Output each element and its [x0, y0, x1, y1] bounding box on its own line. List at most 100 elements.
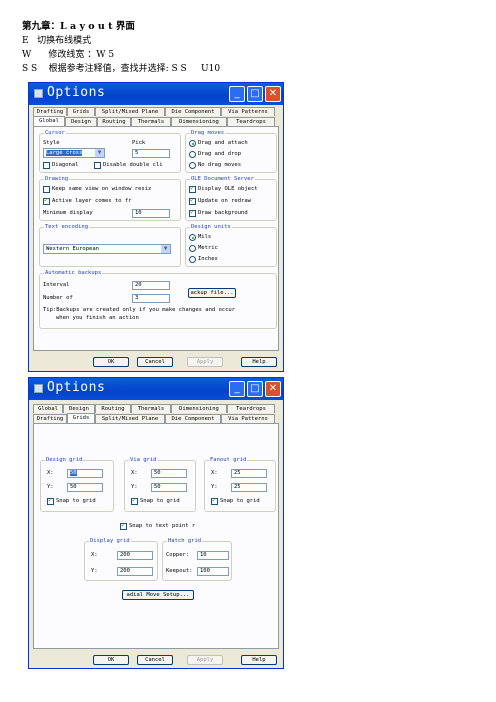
tab-drafting[interactable]: Drafting — [33, 107, 67, 116]
tab-global[interactable]: Global — [33, 116, 65, 126]
tab-dimensioning[interactable]: Dimensioning — [171, 404, 227, 413]
fanout-x-input[interactable]: 25 — [231, 469, 267, 478]
tab-via-patterns[interactable]: Via Patterns — [221, 414, 275, 423]
display-y-label: Y: — [91, 568, 98, 574]
design-x-input[interactable]: 50 — [67, 469, 103, 478]
fanout-y-input[interactable]: 25 — [231, 483, 267, 492]
pick-input[interactable]: 5 — [132, 149, 170, 158]
mils-radio[interactable] — [189, 234, 196, 241]
tab-die-component[interactable]: Die Component — [165, 414, 221, 423]
hatch-grid-group: Hatch grid Copper: 10 Keepout: 100 — [162, 538, 232, 581]
tab-teardrops[interactable]: Teardrops — [227, 117, 275, 126]
text-encoding-value: Western European — [46, 246, 99, 252]
radial-move-setup-button[interactable]: adial Move Setup... — [122, 590, 194, 600]
cursor-style-value: Large cross — [46, 150, 83, 156]
tab-grids[interactable]: Grids — [67, 413, 95, 423]
update-redraw-label: Update on redraw — [198, 198, 251, 204]
cancel-button[interactable]: Cancel — [137, 357, 173, 367]
display-y-input[interactable]: 200 — [117, 567, 153, 576]
cursor-group: Cursor Style Large cross ▼ Pick 5 Diagon… — [39, 130, 181, 173]
diagonal-checkbox[interactable] — [43, 162, 50, 169]
tab-design[interactable]: Design — [63, 404, 95, 413]
backup-tip-line2: when you finish an action — [56, 315, 139, 321]
via-x-input[interactable]: 50 — [151, 469, 187, 478]
tab-global[interactable]: Global — [33, 404, 63, 413]
tab-split-mixed-plane[interactable]: Split/Mixed Plane — [95, 107, 165, 116]
help-button[interactable]: Help — [241, 655, 277, 665]
display-grid-title: Display grid — [89, 538, 131, 544]
snap-text-checkbox[interactable] — [120, 521, 127, 530]
tab-thermals[interactable]: Thermals — [131, 117, 171, 126]
backup-files-button[interactable]: ackup file... — [188, 288, 236, 298]
doc-line-1: E 切换布线模式 — [22, 36, 92, 46]
mils-label: Mils — [198, 234, 212, 240]
tab-routing[interactable]: Routing — [97, 117, 131, 126]
display-ole-checkbox[interactable] — [189, 184, 196, 193]
via-snap-checkbox[interactable] — [131, 496, 138, 505]
chevron-down-icon[interactable]: ▼ — [95, 149, 104, 157]
tab-dimensioning[interactable]: Dimensioning — [171, 117, 227, 126]
design-y-label: Y: — [47, 484, 54, 490]
text-encoding-title: Text encoding — [44, 224, 90, 230]
inches-radio[interactable] — [189, 256, 196, 263]
options-dialog-grids: Options _ □ ✕ Global Design Routing Ther… — [28, 377, 284, 669]
tab-grids[interactable]: Grids — [67, 107, 95, 116]
drawing-group-title: Drawing — [44, 176, 70, 182]
interval-label: Interval — [43, 282, 70, 288]
design-snap-checkbox[interactable] — [47, 496, 54, 505]
disable-double-click-checkbox[interactable] — [94, 162, 101, 169]
drag-moves-group: Drag moves Drag and attach Drag and drop… — [185, 130, 277, 173]
ok-button[interactable]: OK — [93, 655, 129, 665]
via-y-input[interactable]: 50 — [151, 483, 187, 492]
cursor-style-select[interactable]: Large cross ▼ — [43, 148, 105, 158]
interval-input[interactable]: 20 — [132, 281, 170, 290]
update-redraw-checkbox[interactable] — [189, 196, 196, 205]
apply-button[interactable]: Apply — [187, 357, 223, 367]
via-y-label: Y: — [131, 484, 138, 490]
tab-panel: Cursor Style Large cross ▼ Pick 5 Diagon… — [33, 126, 279, 351]
fanout-snap-checkbox[interactable] — [211, 496, 218, 505]
tab-thermals[interactable]: Thermals — [131, 404, 171, 413]
draw-background-checkbox[interactable] — [189, 208, 196, 217]
disable-double-click-label: Disable double cli — [103, 162, 163, 168]
hatch-grid-title: Hatch grid — [167, 538, 203, 544]
metric-radio[interactable] — [189, 245, 196, 252]
keep-same-view-label: Keep same view on window resiz — [52, 186, 152, 192]
tab-teardrops[interactable]: Teardrops — [227, 404, 275, 413]
ok-button[interactable]: OK — [93, 357, 129, 367]
tab-routing[interactable]: Routing — [95, 404, 131, 413]
drag-drop-radio[interactable] — [189, 151, 196, 158]
copper-label: Copper: — [166, 552, 190, 558]
tab-split-mixed-plane[interactable]: Split/Mixed Plane — [95, 414, 165, 423]
number-of-label: Number of — [43, 295, 73, 301]
no-drag-radio[interactable] — [189, 162, 196, 169]
tab-drafting[interactable]: Drafting — [33, 414, 67, 423]
text-encoding-select[interactable]: Western European ▼ — [43, 244, 171, 254]
design-units-group: Design units Mils Metric Inches — [185, 224, 277, 267]
design-y-input[interactable]: 50 — [67, 483, 103, 492]
fanout-snap-label: Snap to grid — [220, 498, 260, 504]
help-button[interactable]: Help — [241, 357, 277, 367]
chevron-down-icon[interactable]: ▼ — [161, 245, 170, 253]
min-display-input[interactable]: 10 — [132, 209, 170, 218]
cancel-button[interactable]: Cancel — [137, 655, 173, 665]
tab-via-patterns[interactable]: Via Patterns — [221, 107, 275, 116]
keepout-input[interactable]: 100 — [197, 567, 229, 576]
tab-design[interactable]: Design — [65, 117, 97, 126]
design-grid-group: Design grid X: 50 Y: 50 Snap to grid — [40, 457, 114, 512]
ole-group-title: OLE Document Server — [190, 176, 255, 182]
tab-die-component[interactable]: Die Component — [165, 107, 221, 116]
display-grid-group: Display grid X: 200 Y: 200 — [84, 538, 158, 581]
copper-input[interactable]: 10 — [197, 551, 229, 560]
via-grid-title: Via grid — [129, 457, 158, 463]
doc-line-3: S S 根据参考注释值，查找并选择: S S U10 — [22, 64, 221, 74]
keep-same-view-checkbox[interactable] — [43, 186, 50, 193]
diagonal-label: Diagonal — [52, 162, 79, 168]
snap-text-label: Snap to text point r — [129, 523, 196, 529]
display-x-input[interactable]: 200 — [117, 551, 153, 560]
apply-button[interactable]: Apply — [187, 655, 223, 665]
active-layer-checkbox[interactable] — [43, 196, 50, 205]
drag-attach-radio[interactable] — [189, 140, 196, 147]
draw-background-label: Draw background — [198, 210, 248, 216]
number-of-input[interactable]: 3 — [132, 294, 170, 303]
